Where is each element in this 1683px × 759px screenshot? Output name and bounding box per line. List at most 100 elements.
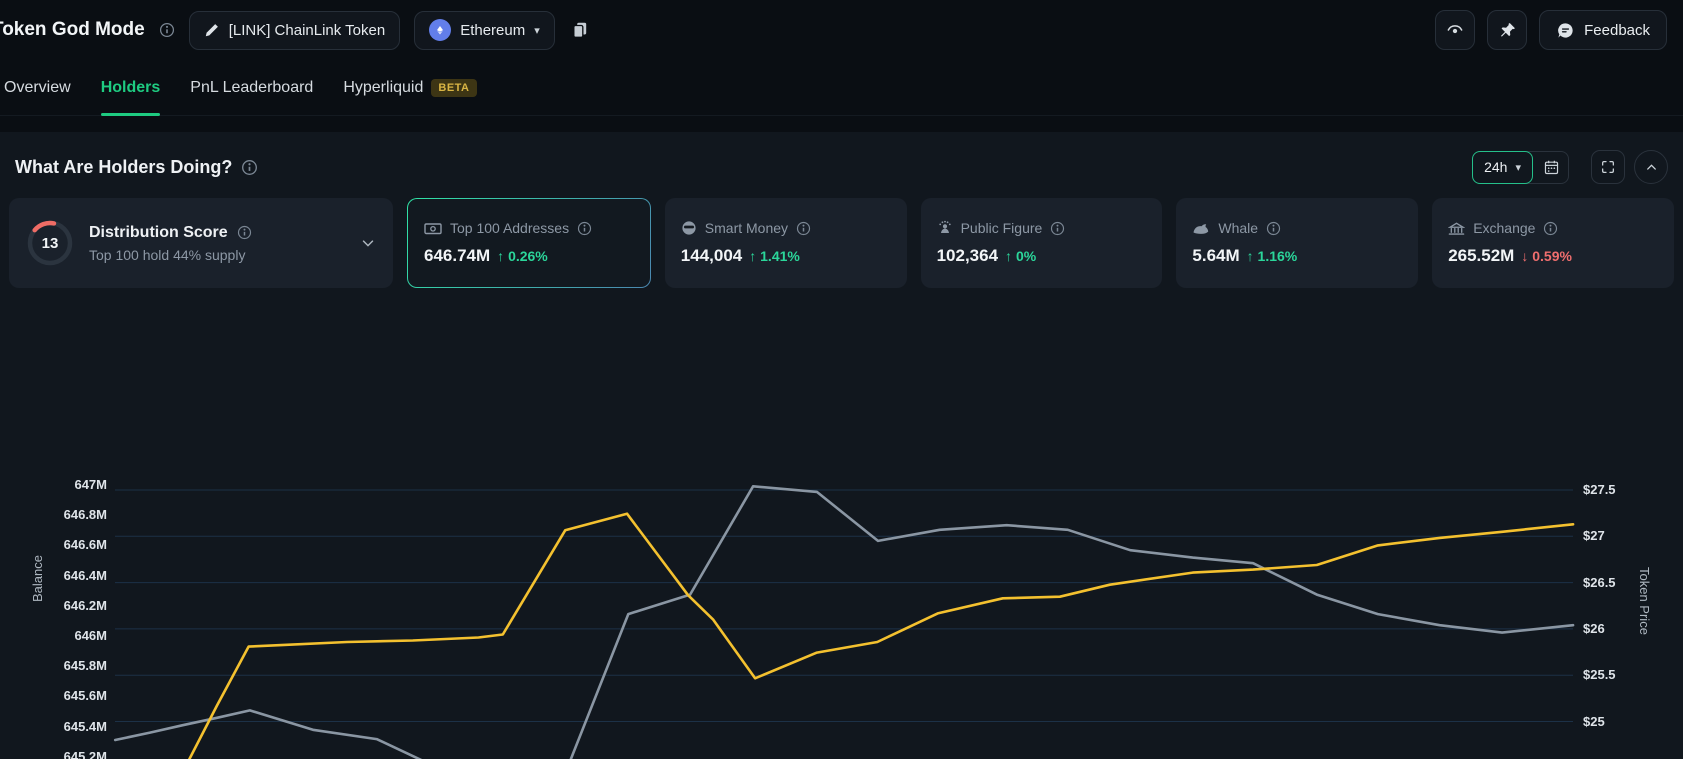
stat-label: Top 100 Addresses (450, 220, 570, 236)
feedback-button[interactable]: Feedback (1539, 10, 1667, 50)
info-icon[interactable] (796, 221, 811, 236)
stat-value: 144,004 (680, 246, 743, 265)
tab-overview[interactable]: Overview (4, 60, 71, 116)
banknote-icon (424, 221, 442, 236)
stat-value: 646.74M (424, 246, 491, 265)
panel-title: What Are Holders Doing? (15, 157, 258, 178)
chevron-down-icon: ▾ (534, 24, 540, 37)
left-axis-tick: 646.4M (63, 567, 107, 583)
tab-label: Overview (4, 78, 71, 96)
stat-value: 102,364 (936, 246, 999, 265)
left-axis-title: Balance (30, 555, 45, 602)
page-title-info-icon[interactable] (159, 22, 175, 38)
header-left: Token God Mode [LINK] ChainLink Token Et… (0, 10, 589, 50)
pin-icon (1498, 21, 1517, 40)
tab-label: Hyperliquid (343, 78, 424, 96)
timeframe-dropdown[interactable]: 24h ▾ (1472, 150, 1533, 184)
watchlist-eye-button[interactable] (1435, 10, 1476, 50)
chevron-up-icon (1644, 160, 1659, 175)
right-axis-tick: $25.5 (1583, 667, 1616, 683)
chevron-down-icon: ▾ (1515, 161, 1521, 174)
page-title: Token God Mode (0, 19, 145, 40)
public-figure-icon (937, 220, 953, 236)
token-select-button[interactable]: [LINK] ChainLink Token (188, 10, 401, 50)
stat-label: Exchange (1473, 220, 1536, 236)
tab-label: PnL Leaderboard (190, 78, 314, 96)
info-icon[interactable] (237, 225, 252, 240)
chevron-down-icon[interactable] (359, 234, 377, 252)
left-axis-tick: 645.2M (63, 748, 107, 759)
distribution-title: Distribution Score (89, 223, 228, 241)
feedback-label: Feedback (1584, 21, 1650, 39)
tab-bar: Overview Holders PnL Leaderboard Hyperli… (0, 60, 1683, 116)
stat-change: ↑ 1.41% (749, 248, 800, 264)
fullscreen-button[interactable] (1591, 150, 1625, 184)
right-axis-tick: $27.5 (1583, 482, 1616, 497)
collapse-button[interactable] (1634, 150, 1668, 184)
pencil-icon (204, 22, 220, 38)
chain-select-button[interactable]: Ethereum ▾ (414, 10, 555, 50)
stat-change: ↑ 1.16% (1246, 248, 1298, 264)
stat-label: Whale (1218, 220, 1259, 236)
header-right: Feedback (1435, 10, 1667, 50)
whale-icon (1192, 221, 1210, 236)
left-axis-tick: 646.8M (63, 507, 107, 523)
left-axis-tick: 646.6M (63, 537, 107, 553)
stat-value: 5.64M (1192, 246, 1240, 265)
left-axis-tick: 647M (74, 477, 107, 492)
right-axis-tick: $27 (1583, 528, 1605, 544)
divider (0, 116, 1683, 132)
info-icon[interactable] (241, 159, 258, 176)
stat-value: 265.52M (1448, 246, 1515, 265)
stat-change: ↓ 0.59% (1521, 248, 1572, 264)
tab-holders[interactable]: Holders (100, 60, 160, 116)
distribution-score-value: 13 (41, 234, 59, 252)
distribution-gauge: 13 (25, 218, 75, 268)
stat-change: ↑ 0.26% (497, 248, 548, 264)
stat-change: ↑ 0% (1005, 248, 1037, 264)
timeframe-value: 24h (1484, 159, 1508, 175)
smart-money-icon (681, 220, 697, 236)
token-price-line[interactable] (113, 484, 1575, 759)
tab-pnl-leaderboard[interactable]: PnL Leaderboard (190, 60, 313, 116)
tab-hyperliquid[interactable]: Hyperliquid BETA (343, 60, 477, 116)
info-icon[interactable] (577, 221, 592, 236)
left-axis-tick: 645.8M (63, 658, 107, 674)
right-axis-tick: $25 (1583, 713, 1605, 729)
stat-card-smart-money[interactable]: Smart Money 144,004 ↑ 1.41% (664, 198, 907, 288)
right-axis-title: Token Price (1637, 567, 1652, 635)
copy-icon[interactable] (571, 21, 589, 39)
stat-card-whale[interactable]: Whale 5.64M ↑ 1.16% (1176, 198, 1419, 288)
timeframe-group: 24h ▾ (1472, 150, 1569, 184)
holders-chart[interactable]: 647M 646.8M 646.6M 646.4M 646.2M 646M 645.8M 64… (0, 432, 1683, 759)
calendar-icon (1543, 159, 1560, 176)
chart-canvas[interactable] (0, 432, 1683, 759)
token-god-mode-app: Token God Mode [LINK] ChainLink Token Et… (0, 0, 1683, 759)
left-axis-tick: 645.4M (63, 718, 107, 734)
fullscreen-icon (1600, 159, 1616, 175)
header: Token God Mode [LINK] ChainLink Token Et… (0, 0, 1683, 60)
panel-title-text: What Are Holders Doing? (15, 156, 233, 177)
holder-stat-cards: 13 Distribution Score Top 100 hold 44% s… (9, 198, 1674, 288)
info-icon[interactable] (1266, 221, 1281, 236)
chat-icon (1556, 21, 1575, 40)
ethereum-logo (429, 19, 452, 41)
token-select-label: [LINK] ChainLink Token (228, 21, 386, 39)
left-axis-tick: 645.6M (63, 688, 107, 704)
stat-card-top-100-addresses[interactable]: Top 100 Addresses 646.74M ↑ 0.26% (407, 198, 651, 288)
left-axis-tick: 646M (74, 628, 107, 643)
stat-card-public-figure[interactable]: Public Figure 102,364 ↑ 0% (920, 198, 1163, 288)
distribution-score-card[interactable]: 13 Distribution Score Top 100 hold 44% s… (9, 198, 393, 288)
chain-select-label: Ethereum (460, 21, 526, 39)
panel-header: What Are Holders Doing? 24h ▾ (0, 132, 1683, 184)
pin-button[interactable] (1487, 10, 1528, 50)
left-axis-tick: 646.2M (63, 597, 107, 613)
calendar-button[interactable] (1527, 150, 1569, 184)
balance-line[interactable] (115, 512, 1575, 759)
info-icon[interactable] (1050, 221, 1065, 236)
beta-badge: BETA (431, 78, 477, 97)
info-icon[interactable] (1543, 221, 1558, 236)
stat-card-exchange[interactable]: Exchange 265.52M ↓ 0.59% (1432, 198, 1674, 288)
exchange-icon (1448, 221, 1466, 236)
stat-label: Public Figure (960, 220, 1043, 236)
